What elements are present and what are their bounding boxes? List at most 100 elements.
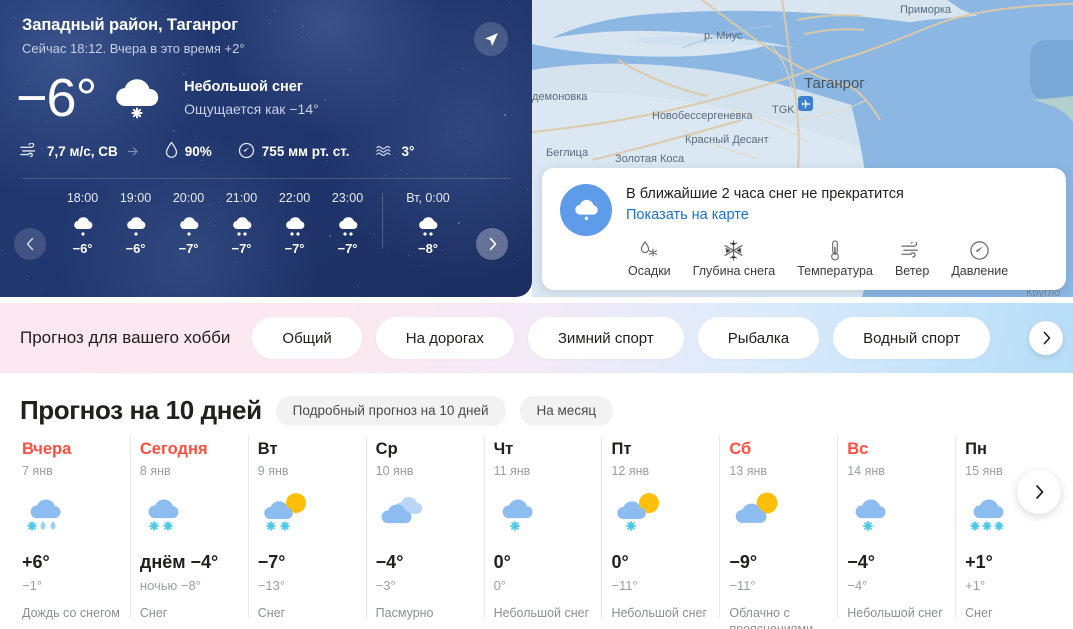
day-card[interactable]: Вт 9 янв −7° −13° Снег (247, 435, 366, 629)
wind-value: 7,7 м/с, СВ (47, 144, 118, 159)
detail-pressure: 755 мм рт. ст. (238, 142, 350, 162)
map-layer-ветер[interactable]: Ветер (895, 239, 929, 278)
day-card-list: Вчера 7 янв +6° −1° Дождь со снегом Сегодня 8 … (0, 426, 1073, 629)
day-condition: Снег (139, 606, 168, 620)
day-temp-low: −1° (22, 578, 43, 593)
hourly-time: 23:00 (331, 191, 364, 205)
gauge-icon (951, 239, 1008, 261)
day-name: Ср (375, 440, 398, 458)
day-temp-high: −7° (257, 552, 286, 572)
water-waves-icon (375, 143, 394, 160)
hobby-title: Прогноз для вашего хобби (20, 328, 231, 347)
day-temp-high: −9° (729, 552, 758, 572)
hobby-chip-3[interactable]: Зимний спорт (527, 317, 684, 359)
ten-day-forecast: Прогноз на 10 дней Подробный прогноз на … (0, 373, 1073, 629)
city-name: Западный район, Таганрог (22, 16, 239, 34)
map-layer-температура[interactable]: Температура (797, 239, 873, 278)
hobby-forecast-bar: Прогноз для вашего хобби Общий На дорогах… (0, 303, 1073, 373)
hourly-item[interactable]: 21:00 −7° (215, 191, 268, 256)
day-condition: Пасмурно (375, 606, 434, 620)
monthly-forecast-button[interactable]: На месяц (519, 395, 614, 426)
day-temp-low: −3° (375, 578, 396, 593)
day-name: Вчера (22, 440, 72, 458)
day-temp-high: −4° (375, 552, 404, 572)
hobby-chip-4[interactable]: Рыбалка (697, 317, 820, 359)
hourly-temp: −7° (231, 241, 252, 256)
hourly-item[interactable]: 19:00 −6° (109, 191, 162, 256)
hourly-time: 19:00 (119, 191, 152, 205)
day-name: Вт (257, 440, 278, 458)
hourly-list: 18:00 −6° 19:00 −6° 20:00 −7° 21:00 −7° 22:00 −7°… (0, 191, 532, 257)
current-time-subtitle: Сейчас 18:12. Вчера в это время +2° (22, 41, 245, 56)
snow-light-icon (108, 74, 166, 125)
current-condition-block: Небольшой снег Ощущается как −14° (184, 79, 319, 117)
day-card[interactable]: Вс 14 янв −4° −4° Небольшой снег (837, 435, 955, 629)
day-temp-low: −11° (611, 578, 638, 593)
day-date: 11 янв (493, 464, 531, 478)
snow-icon (268, 213, 321, 237)
map-layer-label: Давление (951, 264, 1009, 278)
snow-light-icon (494, 488, 592, 546)
location-arrow-icon[interactable] (474, 22, 508, 56)
snow-icon (321, 213, 374, 237)
day-card[interactable]: Сб 13 янв −9° −11° Облачно с прояснениями (719, 435, 837, 629)
pressure-value: 755 мм рт. ст. (261, 144, 350, 159)
map-layer-давление[interactable]: Давление (951, 239, 1008, 278)
day-condition: Небольшой снег (493, 606, 590, 620)
hobby-chip-2[interactable]: На дорогах (375, 317, 514, 359)
day-card[interactable]: Чт 11 янв 0° 0° Небольшой снег (483, 435, 602, 629)
overcast-icon (376, 488, 474, 546)
wind-direction-arrow-icon (127, 144, 139, 159)
map-layer-label: Глубина снега (692, 264, 776, 278)
day-temp-high: −4° (847, 552, 875, 572)
day-card[interactable]: Сегодня 8 янв днём −4° ночью −8° Снег (129, 435, 248, 629)
hourly-item[interactable]: 20:00 −7° (162, 191, 215, 256)
humidity-value: 90% (184, 144, 212, 159)
day-card[interactable]: Ср 10 янв −4° −3° Пасмурно (365, 435, 484, 629)
map-layer-label: Осадки (628, 264, 671, 278)
snow-light-icon (162, 213, 215, 237)
detail-water: 3° (375, 143, 414, 160)
hourly-time: 20:00 (172, 191, 205, 205)
day-temp-high: +1° (965, 552, 993, 572)
day-temp-low: 0° (493, 578, 506, 593)
hourly-item[interactable]: 18:00 −6° (56, 191, 109, 256)
hobby-next-button[interactable] (1029, 321, 1063, 355)
snow-light-sun-icon (611, 488, 709, 546)
current-condition: Небольшой снег (184, 78, 303, 95)
hourly-time: Вт, 0:00 (406, 191, 450, 205)
day-card[interactable]: Вчера 7 янв +6° −1° Дождь со снегом (12, 440, 130, 629)
hourly-time: 18:00 (66, 191, 99, 205)
feels-like: Ощущается как −14° (184, 100, 319, 117)
show-on-map-link[interactable]: Показать на карте (626, 207, 1048, 223)
map-layer-осадки[interactable]: Осадки (628, 239, 671, 278)
hobby-chip-1[interactable]: Общий (252, 317, 362, 359)
airport-plane-icon[interactable] (798, 96, 813, 111)
hourly-item[interactable]: Вт, 0:00 −8° (391, 191, 465, 256)
wind-icon (20, 142, 40, 160)
hourly-time: 21:00 (225, 191, 258, 205)
map-layer-label: Температура (797, 264, 873, 278)
map-layer-глубина-снега[interactable]: Глубина снега (692, 239, 776, 278)
day-date: 14 янв (847, 464, 885, 478)
pressure-gauge-icon (238, 142, 255, 162)
hourly-prev-button[interactable] (14, 228, 46, 260)
current-details: 7,7 м/с, СВ 90% 755 мм рт. ст. 3° (0, 125, 532, 162)
sleet-icon (22, 488, 120, 546)
day-card[interactable]: Пн 15 янв +1° +1° Снег (955, 435, 1073, 629)
day-temp-low: ночью −8° (139, 578, 201, 593)
day-name: Пт (611, 440, 632, 458)
detail-humidity: 90% (165, 141, 212, 162)
day-card[interactable]: Пт 12 янв 0° −11° Небольшой снег (601, 435, 719, 629)
day-condition: Облачно с прояснениями (729, 606, 814, 629)
map-layer-toggles: Осадки Глубина снега Температура Ветер Давле… (626, 239, 1048, 278)
hourly-next-button[interactable] (476, 228, 508, 260)
hobby-chip-list: Общий На дорогах Зимний спорт Рыбалка Водный… (252, 317, 991, 359)
hobby-chip-5[interactable]: Водный спорт (833, 317, 991, 359)
days-next-button[interactable] (1017, 470, 1061, 514)
detailed-forecast-button[interactable]: Подробный прогноз на 10 дней (275, 395, 506, 426)
notification-title: В ближайшие 2 часа снег не прекратится (626, 186, 904, 202)
hourly-item[interactable]: 22:00 −7° (268, 191, 321, 256)
hourly-item[interactable]: 23:00 −7° (321, 191, 374, 256)
day-temp-low: −13° (257, 578, 286, 593)
